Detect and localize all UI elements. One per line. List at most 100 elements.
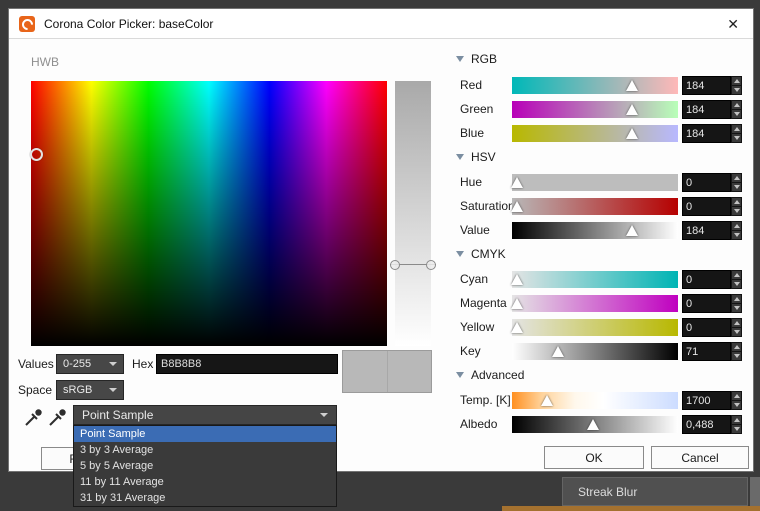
combo-option[interactable]: 31 by 31 Average (74, 490, 336, 506)
collapse-arrow-icon (456, 154, 464, 160)
spinner-down-button[interactable] (731, 304, 742, 313)
hue-spinner[interactable] (731, 173, 742, 192)
spinner-down-button[interactable] (731, 328, 742, 337)
streak-blur-node[interactable]: Streak Blur (562, 477, 748, 506)
combo-option[interactable]: 3 by 3 Average (74, 442, 336, 458)
cyan-slider[interactable] (512, 271, 678, 288)
magenta-slider[interactable] (512, 295, 678, 312)
spinner-up-button[interactable] (731, 415, 742, 425)
channel-label: Value (460, 221, 490, 240)
spinner-down-button[interactable] (731, 280, 742, 289)
spinner-down-button[interactable] (731, 134, 742, 143)
saturation-slider-handle[interactable] (511, 201, 523, 212)
spinner-up-button[interactable] (731, 391, 742, 401)
combo-option[interactable]: 5 by 5 Average (74, 458, 336, 474)
spinner-down-button[interactable] (731, 86, 742, 95)
key-slider-handle[interactable] (552, 346, 564, 357)
blue-spinner[interactable] (731, 124, 742, 143)
channel-row-blue: Blue (9, 124, 753, 143)
red-value-input[interactable] (682, 76, 731, 95)
spinner-down-button[interactable] (731, 425, 742, 434)
whiteness-slider-handle[interactable] (390, 264, 436, 265)
cyan-slider-handle[interactable] (511, 274, 523, 285)
saturation-spinner[interactable] (731, 197, 742, 216)
spinner-up-button[interactable] (731, 342, 742, 352)
blue-value-input[interactable] (682, 124, 731, 143)
hue-slider[interactable] (512, 174, 678, 191)
background-scrollbar[interactable] (750, 477, 760, 506)
spinner-down-button[interactable] (731, 231, 742, 240)
green-slider[interactable] (512, 101, 678, 118)
blue-slider-handle[interactable] (626, 128, 638, 139)
color-mode-label: HWB (31, 55, 59, 69)
albedo-spinner[interactable] (731, 415, 742, 434)
cyan-spinner[interactable] (731, 270, 742, 289)
red-slider-handle[interactable] (626, 80, 638, 91)
section-header-advanced[interactable]: Advanced (456, 367, 524, 383)
key-value-input[interactable] (682, 342, 731, 361)
cyan-value-input[interactable] (682, 270, 731, 289)
spinner-up-button[interactable] (731, 76, 742, 86)
cancel-button[interactable]: Cancel (651, 446, 749, 469)
channel-row-magenta: Magenta (9, 294, 753, 313)
spinner-down-button[interactable] (731, 110, 742, 119)
channel-label: Cyan (460, 270, 488, 289)
chevron-down-icon (109, 362, 117, 366)
spinner-down-button[interactable] (731, 352, 742, 361)
spinner-up-button[interactable] (731, 124, 742, 134)
green-slider-handle[interactable] (626, 104, 638, 115)
hue-slider-handle[interactable] (511, 177, 523, 188)
value-spinner[interactable] (731, 221, 742, 240)
red-slider[interactable] (512, 77, 678, 94)
channel-row-green: Green (9, 100, 753, 119)
albedo-value-input[interactable] (682, 415, 731, 434)
temperature-slider-handle[interactable] (541, 395, 553, 406)
color-field-cursor[interactable] (30, 148, 43, 161)
spinner-down-button[interactable] (731, 207, 742, 216)
temperature-value-input[interactable] (682, 391, 731, 410)
section-header-hsv[interactable]: HSV (456, 149, 496, 165)
channel-label: Yellow (460, 318, 494, 337)
value-slider-handle[interactable] (626, 225, 638, 236)
spinner-up-button[interactable] (731, 270, 742, 280)
yellow-value-input[interactable] (682, 318, 731, 337)
spinner-down-button[interactable] (731, 401, 742, 410)
spinner-down-button[interactable] (731, 183, 742, 192)
yellow-slider-handle[interactable] (511, 322, 523, 333)
ok-button[interactable]: OK (544, 446, 644, 469)
magenta-spinner[interactable] (731, 294, 742, 313)
saturation-value-input[interactable] (682, 197, 731, 216)
magenta-slider-handle[interactable] (511, 298, 523, 309)
temperature-slider[interactable] (512, 392, 678, 409)
key-spinner[interactable] (731, 342, 742, 361)
red-spinner[interactable] (731, 76, 742, 95)
section-header-rgb[interactable]: RGB (456, 51, 497, 67)
blue-slider[interactable] (512, 125, 678, 142)
value-value-input[interactable] (682, 221, 731, 240)
key-slider[interactable] (512, 343, 678, 360)
combo-option[interactable]: 11 by 11 Average (74, 474, 336, 490)
yellow-spinner[interactable] (731, 318, 742, 337)
temperature-spinner[interactable] (731, 391, 742, 410)
spinner-up-button[interactable] (731, 197, 742, 207)
green-value-input[interactable] (682, 100, 731, 119)
albedo-slider[interactable] (512, 416, 678, 433)
section-header-cmyk[interactable]: CMYK (456, 246, 506, 262)
yellow-slider[interactable] (512, 319, 678, 336)
spinner-up-button[interactable] (731, 221, 742, 231)
green-spinner[interactable] (731, 100, 742, 119)
saturation-slider[interactable] (512, 198, 678, 215)
background-node-edge (502, 506, 760, 511)
spinner-up-button[interactable] (731, 100, 742, 110)
close-icon[interactable]: ✕ (723, 15, 743, 33)
spinner-up-button[interactable] (731, 318, 742, 328)
spinner-up-button[interactable] (731, 294, 742, 304)
collapse-arrow-icon (456, 251, 464, 257)
channel-label: Red (460, 76, 482, 95)
hue-value-input[interactable] (682, 173, 731, 192)
albedo-slider-handle[interactable] (587, 419, 599, 430)
magenta-value-input[interactable] (682, 294, 731, 313)
spinner-up-button[interactable] (731, 173, 742, 183)
value-slider[interactable] (512, 222, 678, 239)
combo-option[interactable]: Point Sample (74, 426, 336, 442)
